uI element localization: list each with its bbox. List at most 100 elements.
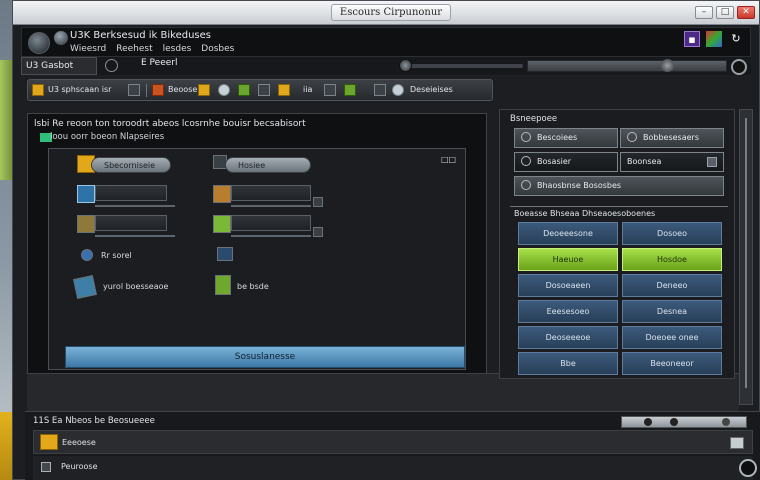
window-title: Escours Cirpunonur <box>331 4 451 21</box>
window-titlebar[interactable]: Escours Cirpunonur – □ ✕ <box>13 1 759 25</box>
transport-knob-icon[interactable] <box>722 418 730 426</box>
volume-slider-knob[interactable] <box>399 59 412 72</box>
bottom-list-item[interactable]: Peuroose <box>33 456 753 480</box>
menu-item-2[interactable]: Reehest <box>116 44 152 54</box>
drive-field[interactable] <box>231 185 311 201</box>
record-icon[interactable] <box>152 84 164 96</box>
info-icon[interactable] <box>392 84 404 96</box>
grid-cell-selected[interactable]: Hosdoe <box>622 248 722 271</box>
close-button[interactable]: ✕ <box>737 6 755 19</box>
bottom-transport-bar[interactable] <box>621 416 747 428</box>
screen-icon <box>217 247 233 261</box>
side-divider <box>510 206 728 207</box>
menu-item-4[interactable]: Dosbes <box>201 44 234 54</box>
grid-cell[interactable]: Desnea <box>622 300 722 323</box>
option-pill-1[interactable]: Sbecorniseie <box>91 157 171 173</box>
network-icon <box>213 215 231 233</box>
maximize-button[interactable]: □ <box>716 6 734 19</box>
grid-cell[interactable]: Beeoneeor <box>622 352 722 375</box>
corner-icon[interactable] <box>730 437 744 449</box>
toolbar: U3 sphscaan isr Beoose iia Deseieises <box>27 79 493 101</box>
side-button-5[interactable]: Bhaosbnse Bososbes <box>514 176 724 196</box>
progress-track[interactable] <box>527 60 727 72</box>
grid-cell[interactable]: Deoseeeoe <box>518 326 618 349</box>
scrollbar-thumb[interactable] <box>745 118 747 388</box>
refresh-icon[interactable]: ↻ <box>728 31 744 47</box>
option-caption: Rr sorel <box>101 251 132 260</box>
toolbar-devices[interactable]: Deseieises <box>410 83 453 97</box>
side-section-label: Boeasse Bhseaa Dhseaoesoboenes <box>514 209 656 218</box>
app-logo-icon <box>28 32 50 54</box>
grid-cell[interactable]: Deneeo <box>622 274 722 297</box>
network-field[interactable] <box>231 215 311 231</box>
folder-icon[interactable] <box>32 84 44 96</box>
power-knob-icon[interactable] <box>739 459 757 477</box>
side-button-3[interactable]: Bosasier <box>514 152 618 172</box>
toolbar-browse[interactable]: Beoose <box>168 83 197 97</box>
app-header: U3K Berksesud ik Bikeduses Wieesrd Reehe… <box>21 27 751 57</box>
tab-gasbot[interactable]: U3 Gasbot <box>21 57 97 75</box>
app-switch-icon[interactable]: ▪ <box>684 31 700 47</box>
share-icon[interactable] <box>324 84 336 96</box>
circle-icon <box>627 132 637 142</box>
power-button[interactable] <box>731 59 747 75</box>
side-panel: Bsneepoee Bescoiees Bobbesesaers Bosasie… <box>499 109 735 379</box>
bottom-panel: 11S Ea Nbeos be Beosueeee Eeeoese Peuroo… <box>25 411 760 480</box>
display-slider[interactable] <box>95 205 175 207</box>
transport-knob-icon[interactable] <box>644 418 652 426</box>
network-check-icon[interactable] <box>313 227 323 237</box>
app-window: Escours Cirpunonur – □ ✕ U3K Berksesud i… <box>12 0 760 480</box>
archive-slider[interactable] <box>95 235 175 237</box>
open-icon[interactable] <box>198 84 210 96</box>
lock-icon: □□ <box>441 155 457 164</box>
grid-cell-selected[interactable]: Haeuoe <box>518 248 618 271</box>
option-pill-2[interactable]: Hosiee <box>225 157 311 173</box>
grid-cell[interactable]: Eeesesoeo <box>518 300 618 323</box>
globe-icon <box>81 249 93 261</box>
main-subtitle: loou oorr boeon Nlapseires <box>50 132 165 142</box>
drive-slider[interactable] <box>231 205 311 207</box>
grid-cell[interactable]: Doeoee onee <box>622 326 722 349</box>
progress-knob[interactable] <box>661 59 674 72</box>
toolbar-divider <box>146 84 147 97</box>
square-icon <box>707 157 717 167</box>
menu-item-1[interactable]: Wieesrd <box>70 44 106 54</box>
archive-field[interactable] <box>95 215 167 231</box>
grid-icon[interactable] <box>238 84 250 96</box>
apply-button[interactable]: Sosuslanesse <box>65 346 465 368</box>
bottom-item-label: Eeeoese <box>62 438 96 447</box>
circle-icon <box>521 156 531 166</box>
security-link[interactable]: yurol boesseaoe <box>103 282 168 291</box>
grid-cell[interactable]: Bbe <box>518 352 618 375</box>
minimize-button[interactable]: – <box>695 6 713 19</box>
main-panel: lsbi Re reoon ton toroodrt abeos lcosrnh… <box>27 113 487 379</box>
menu-item-3[interactable]: lesdes <box>163 44 192 54</box>
monitor-icon <box>77 185 95 203</box>
grid-cell[interactable]: Dosoeo <box>622 222 722 245</box>
menu-bar: Wieesrd Reehest lesdes Dosbes <box>70 44 234 54</box>
grid-cell[interactable]: Deoeeesone <box>518 222 618 245</box>
list-icon[interactable] <box>258 84 270 96</box>
grid-cell[interactable]: Dosoeaeen <box>518 274 618 297</box>
back-icon[interactable] <box>128 84 140 96</box>
bottom-list-item[interactable]: Eeeoese <box>33 430 753 454</box>
display-field[interactable] <box>95 185 167 201</box>
drive-check-icon[interactable] <box>313 197 323 207</box>
toolbar-item-iia[interactable]: iia <box>303 83 312 97</box>
volume-slider-track[interactable] <box>403 64 523 68</box>
globe-icon[interactable] <box>218 84 230 96</box>
settings-icon[interactable] <box>374 84 386 96</box>
shield-icon <box>73 275 97 299</box>
tab-peeerl[interactable]: E Peeerl <box>141 58 177 68</box>
side-button-1[interactable]: Bescoiees <box>514 128 618 148</box>
checkbox-icon[interactable] <box>41 462 51 472</box>
transport-knob-icon[interactable] <box>670 418 678 426</box>
image-icon[interactable] <box>344 84 356 96</box>
tab-status-icon <box>105 59 118 72</box>
bookmark-icon[interactable] <box>278 84 290 96</box>
vertical-scrollbar[interactable] <box>739 109 753 405</box>
network-slider[interactable] <box>231 235 311 237</box>
side-button-2[interactable]: Bobbesesaers <box>620 128 724 148</box>
side-button-4[interactable]: Boonsea <box>620 152 724 172</box>
palette-icon[interactable] <box>706 31 722 47</box>
